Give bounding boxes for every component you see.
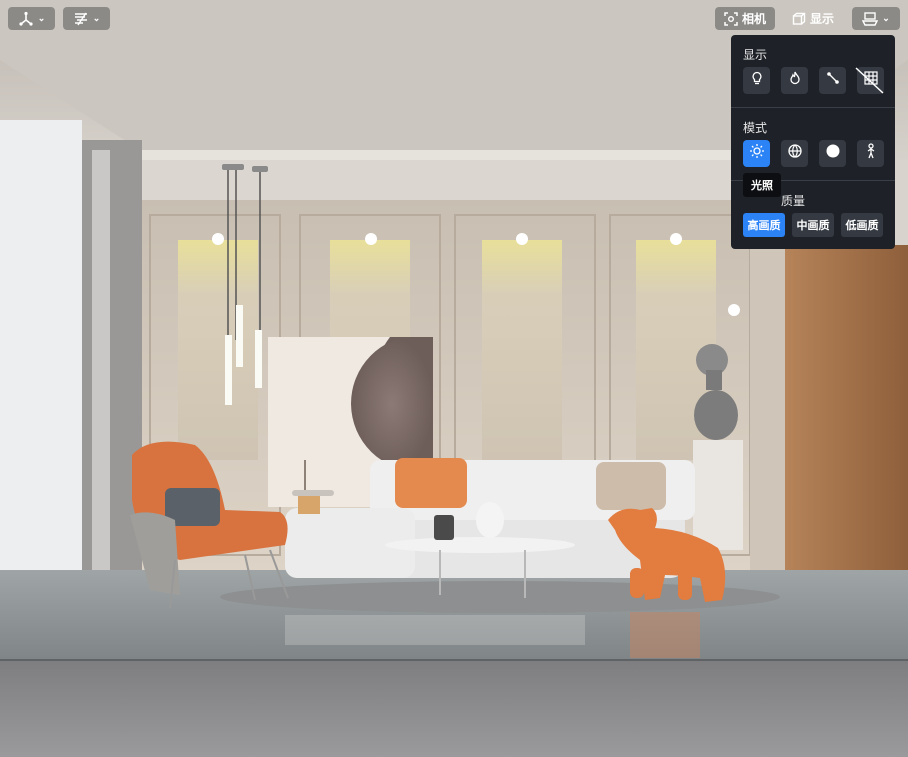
- view-mode-button[interactable]: ⌄: [852, 7, 900, 30]
- panel-divider: [731, 107, 895, 108]
- camera-button[interactable]: 相机: [715, 7, 775, 30]
- flame-icon: [788, 71, 802, 90]
- circle-icon: [825, 143, 841, 164]
- lightbulb-icon: [750, 71, 764, 90]
- person-icon: [864, 143, 878, 164]
- quality-high-button[interactable]: 高画质: [743, 213, 785, 237]
- chevron-down-icon: ⌄: [882, 13, 890, 23]
- chevron-down-icon: ⌄: [37, 13, 46, 23]
- quality-section-title: 质量: [781, 194, 806, 208]
- hatch-pattern-icon: [73, 11, 89, 27]
- path-icon: [826, 71, 840, 90]
- floor-plan-icon: [862, 11, 879, 27]
- lighting-tooltip: 光照: [743, 173, 781, 197]
- path-toggle[interactable]: [819, 67, 846, 94]
- mode-section-title: 模式: [743, 121, 768, 135]
- pattern-tool-button[interactable]: ⌄: [63, 7, 110, 30]
- flame-toggle[interactable]: [781, 67, 808, 94]
- globe-mode-button[interactable]: [781, 140, 808, 167]
- chevron-down-icon: ⌄: [92, 13, 101, 23]
- axis-gizmo-icon: [18, 11, 34, 27]
- camera-label: 相机: [741, 12, 766, 26]
- display-settings-panel: 显示 模式 质量 高画质 中画质 低画质: [731, 35, 895, 249]
- display-label: 显示: [809, 12, 834, 26]
- quality-medium-button[interactable]: 中画质: [792, 213, 834, 237]
- grid-disabled-slash: [853, 65, 889, 101]
- globe-icon: [787, 143, 803, 164]
- solid-mode-button[interactable]: [819, 140, 846, 167]
- quality-low-button[interactable]: 低画质: [841, 213, 883, 237]
- lightbulb-toggle[interactable]: [743, 67, 770, 94]
- walk-mode-button[interactable]: [857, 140, 884, 167]
- display-button[interactable]: 显示: [782, 7, 844, 30]
- sun-icon: [749, 143, 765, 164]
- display-section-title: 显示: [743, 48, 768, 62]
- camera-frame-icon: [724, 11, 738, 26]
- axis-tool-button[interactable]: ⌄: [8, 7, 55, 30]
- lighting-mode-button[interactable]: [743, 140, 770, 167]
- cube-icon: [792, 12, 806, 26]
